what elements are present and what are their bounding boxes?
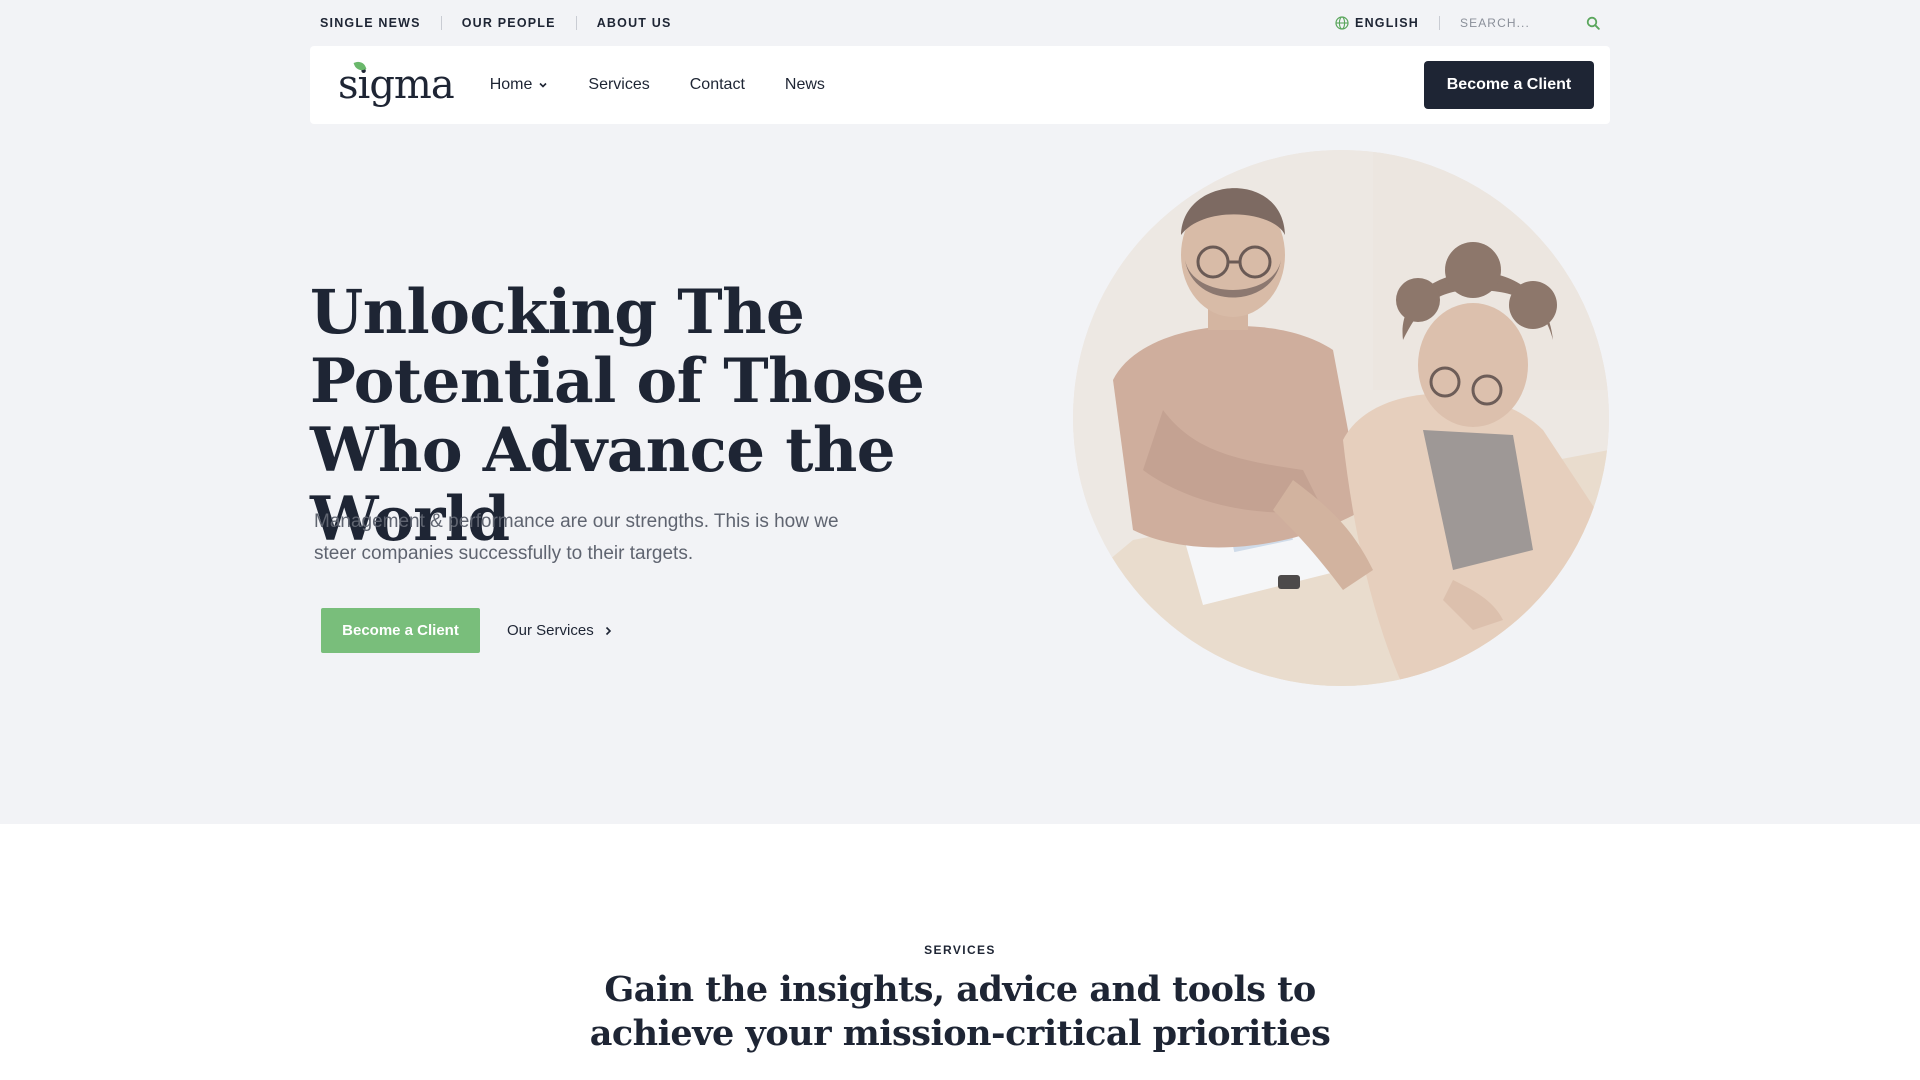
search-icon[interactable] xyxy=(1586,16,1600,30)
chevron-down-icon xyxy=(539,82,547,88)
services-section: SERVICES Gain the insights, advice and t… xyxy=(0,824,1920,1080)
logo[interactable]: sigma xyxy=(338,59,455,108)
search-box xyxy=(1460,16,1600,30)
divider xyxy=(575,16,577,30)
main-nav: Home Services Contact News xyxy=(490,76,1424,94)
hero-image xyxy=(1073,150,1609,686)
nav-item-label: Home xyxy=(489,76,533,93)
language-label: ENGLISH xyxy=(1355,16,1419,30)
services-eyebrow: SERVICES xyxy=(924,943,996,957)
hero-subtitle: Management & performance are our strengt… xyxy=(314,511,839,564)
topbar-right: ENGLISH xyxy=(1335,16,1600,30)
become-client-button[interactable]: Become a Client xyxy=(1424,61,1594,109)
our-services-link[interactable]: Our Services xyxy=(507,608,612,653)
nav-item-news[interactable]: News xyxy=(785,76,825,94)
nav-item-services[interactable]: Services xyxy=(588,76,649,94)
hero-illustration xyxy=(1073,150,1609,686)
chevron-right-icon xyxy=(605,626,611,635)
language-selector[interactable]: ENGLISH xyxy=(1335,16,1419,30)
topbar-link-single-news[interactable]: SINGLE NEWS xyxy=(320,16,421,30)
topbar-link-about-us[interactable]: ABOUT US xyxy=(597,16,672,30)
search-input[interactable] xyxy=(1460,16,1560,30)
our-services-label: Our Services xyxy=(507,622,594,639)
logo-text: sigma xyxy=(338,62,455,108)
main-header: sigma Home Services Contact News Become … xyxy=(310,46,1610,124)
services-title: Gain the insights, advice and tools to a… xyxy=(589,969,1331,1054)
topbar-links: SINGLE NEWS OUR PEOPLE ABOUT US xyxy=(320,16,672,30)
nav-item-home[interactable]: Home xyxy=(490,76,549,94)
divider xyxy=(1439,16,1440,30)
hero-become-client-button[interactable]: Become a Client xyxy=(321,608,480,653)
nav-item-contact[interactable]: Contact xyxy=(690,76,745,94)
topbar: SINGLE NEWS OUR PEOPLE ABOUT US ENGLISH xyxy=(320,0,1600,46)
topbar-link-our-people[interactable]: OUR PEOPLE xyxy=(462,16,556,30)
globe-icon xyxy=(1335,16,1349,30)
divider xyxy=(440,16,442,30)
